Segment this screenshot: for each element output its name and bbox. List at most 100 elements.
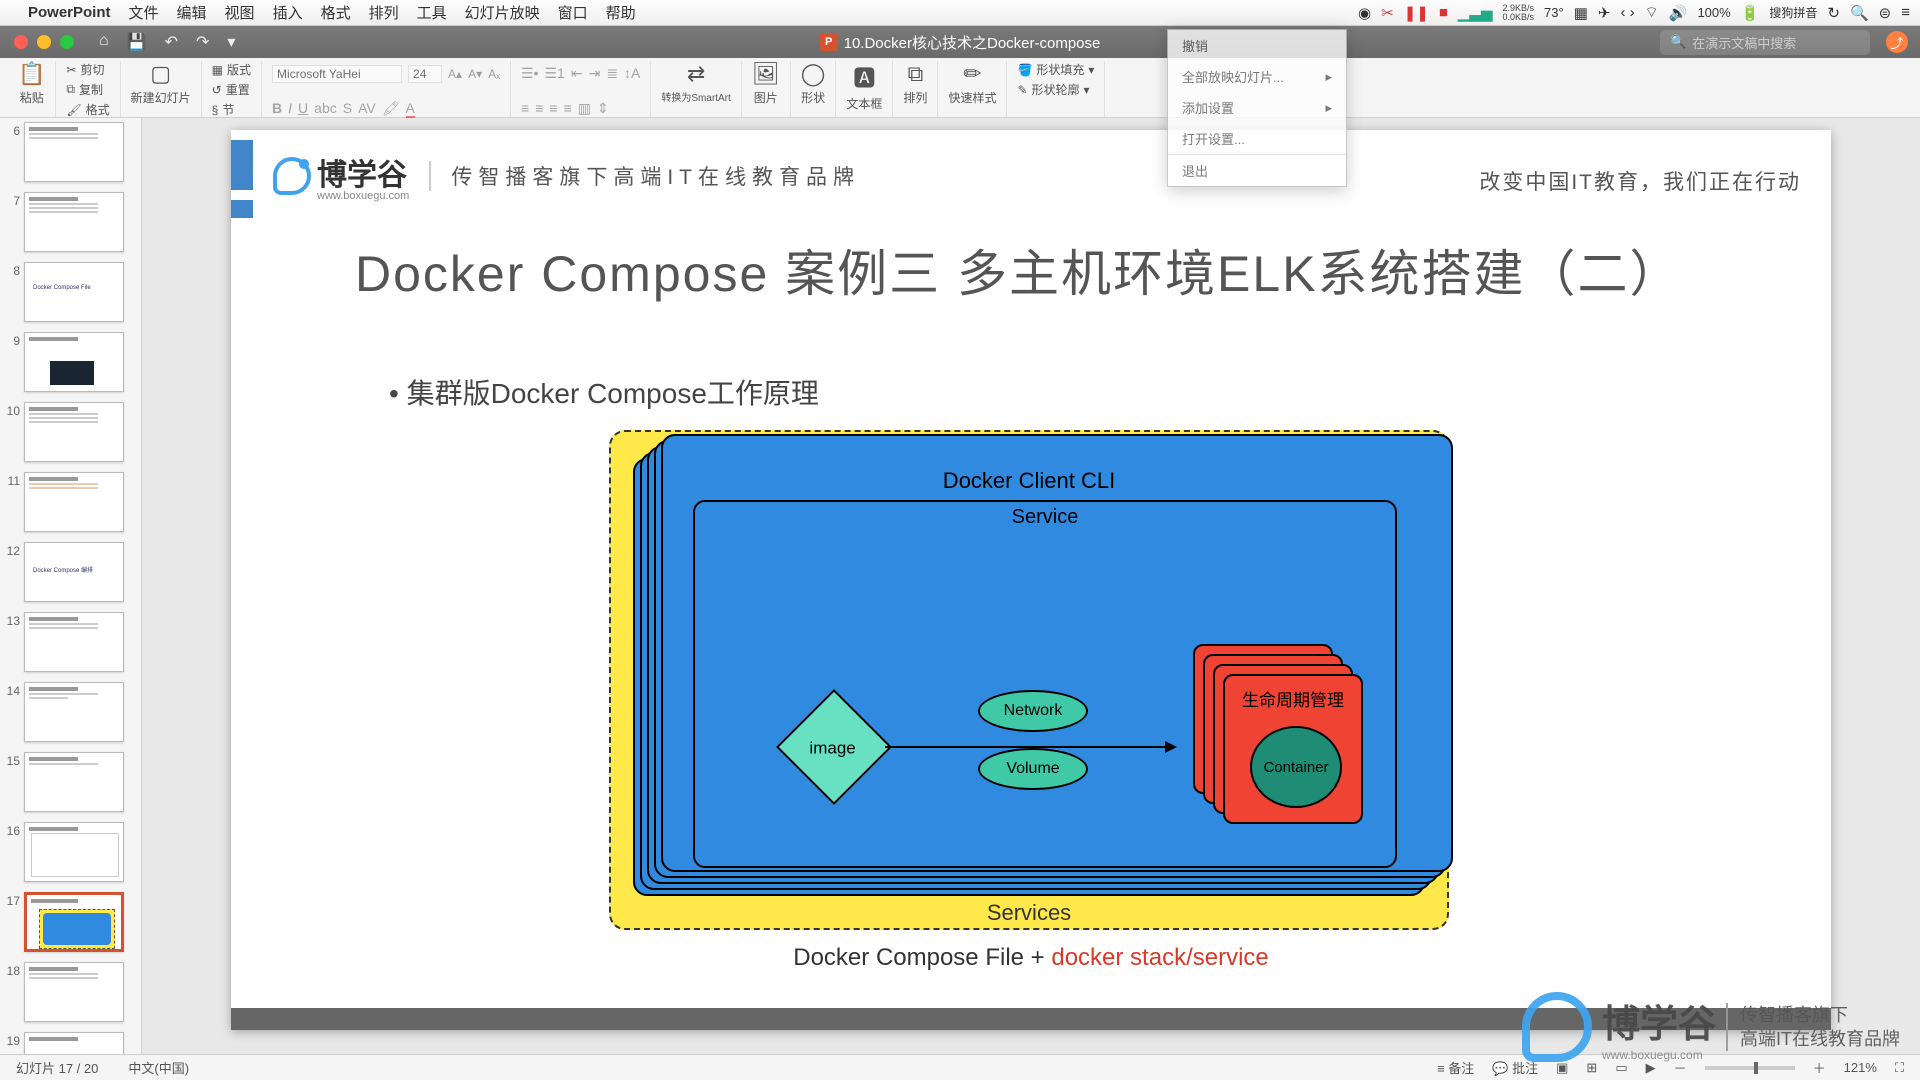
slide-thumb-13[interactable] — [24, 612, 124, 672]
thumbnail-panel[interactable]: 6 7 8Docker Compose File 9 10 11 12Docke… — [0, 118, 142, 1054]
volume-icon[interactable]: 🔊 — [1669, 4, 1688, 22]
code-icon[interactable]: ‹ › — [1620, 4, 1634, 21]
plane-icon[interactable]: ✈ — [1598, 4, 1611, 22]
obs-icon[interactable]: ◉ — [1358, 4, 1371, 22]
slide-thumb-19[interactable] — [24, 1032, 124, 1054]
slide-thumb-8[interactable]: Docker Compose File — [24, 262, 124, 322]
menu-format[interactable]: 格式 — [321, 2, 351, 23]
cut-button[interactable]: ✂ 剪切 — [66, 61, 109, 78]
align-right-icon[interactable]: ≡ — [549, 100, 557, 117]
slide-thumb-18[interactable] — [24, 962, 124, 1022]
slide-canvas[interactable]: 博学谷 www.boxuegu.com 传智播客旗下高端IT在线教育品牌 改变中… — [142, 118, 1920, 1054]
columns-icon[interactable]: ▥ — [578, 100, 591, 117]
slide-thumb-9[interactable] — [24, 332, 124, 392]
menu-insert[interactable]: 插入 — [273, 2, 303, 23]
stop-icon[interactable]: ■ — [1439, 4, 1448, 21]
undo-icon[interactable]: ↶ — [165, 32, 178, 52]
menu-window[interactable]: 窗口 — [558, 2, 588, 23]
notifications-icon[interactable]: ≡ — [1901, 4, 1910, 21]
chart-icon[interactable]: ▁▃▅ — [1458, 4, 1493, 22]
menu-slideshow[interactable]: 幻灯片放映 — [465, 2, 540, 23]
strike-icon[interactable]: abc — [314, 100, 337, 117]
notes-button[interactable]: ≡ 备注 — [1437, 1058, 1474, 1077]
font-name-input[interactable] — [272, 65, 402, 83]
line-space-icon[interactable]: ≣ — [606, 65, 618, 82]
search-input[interactable]: 🔍 在演示文稿中搜索 — [1660, 30, 1870, 55]
zoom-level[interactable]: 121% — [1844, 1060, 1877, 1075]
slide-thumb-11[interactable] — [24, 472, 124, 532]
italic-icon[interactable]: I — [288, 100, 292, 117]
slide-thumb-10[interactable] — [24, 402, 124, 462]
align-v-icon[interactable]: ⇕ — [597, 100, 609, 117]
spacing-icon[interactable]: AV — [358, 100, 376, 117]
sync-icon[interactable]: ↻ — [1827, 4, 1840, 22]
reset-button[interactable]: ↺ 重置 — [212, 81, 251, 98]
menu-tools[interactable]: 工具 — [417, 2, 447, 23]
section-button[interactable]: § 节 — [212, 101, 251, 118]
font-color-icon[interactable]: A — [406, 100, 415, 117]
menu-edit[interactable]: 编辑 — [177, 2, 207, 23]
wifi-icon[interactable]: ⌔ — [1645, 3, 1659, 22]
slide-thumb-7[interactable] — [24, 192, 124, 252]
clear-format-icon[interactable]: Aₓ — [488, 67, 500, 81]
arrange-button[interactable]: ⧉排列 — [903, 61, 927, 106]
underline-icon[interactable]: U — [298, 100, 308, 117]
slide-thumb-15[interactable] — [24, 752, 124, 812]
layout-button[interactable]: ▦ 版式 — [212, 61, 251, 78]
save-icon[interactable]: 💾 — [127, 32, 147, 52]
menu-item-add-settings[interactable]: 添加设置▸ — [1168, 92, 1346, 123]
new-slide-button[interactable]: ▢新建幻灯片 — [131, 61, 191, 106]
indent-inc-icon[interactable]: ⇥ — [589, 65, 601, 82]
more-icon[interactable]: ▾ — [227, 32, 235, 52]
app-name[interactable]: PowerPoint — [28, 4, 111, 21]
maximize-button[interactable] — [60, 35, 74, 49]
control-center-icon[interactable]: ⊜ — [1879, 4, 1892, 22]
search-icon[interactable]: 🔍 — [1850, 4, 1869, 22]
scissors-icon[interactable]: ✂ — [1381, 4, 1394, 22]
increase-font-icon[interactable]: A▴ — [448, 67, 462, 81]
home-icon[interactable]: ⌂ — [99, 32, 109, 52]
menu-item-quit[interactable]: 退出 — [1168, 154, 1346, 186]
menu-view[interactable]: 视图 — [225, 2, 255, 23]
ime[interactable]: 搜狗拼音 — [1769, 4, 1817, 21]
smartart-button[interactable]: ⇄转换为SmartArt — [661, 61, 730, 104]
font-size-input[interactable] — [408, 65, 442, 83]
slide-thumb-17[interactable] — [24, 892, 124, 952]
share-button[interactable]: ⤴ — [1886, 31, 1908, 53]
battery-icon[interactable]: 🔋 — [1741, 4, 1760, 22]
decrease-font-icon[interactable]: A▾ — [468, 67, 482, 81]
bold-icon[interactable]: B — [272, 100, 282, 117]
slide-thumb-14[interactable] — [24, 682, 124, 742]
pause-icon[interactable]: ❚❚ — [1404, 4, 1429, 22]
shapes-button[interactable]: ◯形状 — [801, 61, 826, 106]
slide-thumb-16[interactable] — [24, 822, 124, 882]
shape-outline-button[interactable]: ✎ 形状轮廓 ▾ — [1017, 81, 1094, 98]
bullets-icon[interactable]: ☰• — [521, 65, 538, 82]
menu-item-open-settings[interactable]: 打开设置... — [1168, 123, 1346, 154]
numbering-icon[interactable]: ☰1 — [545, 65, 565, 82]
menu-arrange[interactable]: 排列 — [369, 2, 399, 23]
indent-dec-icon[interactable]: ⇤ — [571, 65, 583, 82]
slide-thumb-12[interactable]: Docker Compose 编排 — [24, 542, 124, 602]
highlight-icon[interactable]: 🖍 — [382, 100, 400, 117]
textbox-button[interactable]: 🅰文本框 — [846, 61, 882, 112]
shape-fill-button[interactable]: 🪣 形状填充 ▾ — [1017, 61, 1094, 78]
menu-help[interactable]: 帮助 — [606, 2, 636, 23]
picture-button[interactable]: 🖼图片 — [752, 61, 780, 106]
quick-style-button[interactable]: ✏快速样式 — [948, 61, 996, 106]
grid-icon[interactable]: ▦ — [1574, 4, 1588, 22]
justify-icon[interactable]: ≡ — [564, 100, 572, 117]
copy-button[interactable]: ⧉ 复制 — [66, 81, 109, 98]
menu-item-play-all[interactable]: 全部放映幻灯片...▸ — [1168, 61, 1346, 92]
menu-file[interactable]: 文件 — [129, 2, 159, 23]
redo-icon[interactable]: ↷ — [196, 32, 209, 52]
close-button[interactable] — [14, 35, 28, 49]
zoom-slider[interactable] — [1705, 1066, 1795, 1070]
menu-item-undo[interactable]: 撤销 — [1168, 30, 1346, 61]
align-left-icon[interactable]: ≡ — [521, 100, 529, 117]
text-dir-icon[interactable]: ↕A — [624, 65, 640, 82]
format-painter[interactable]: 🖌 格式 — [66, 101, 109, 118]
minimize-button[interactable] — [37, 35, 51, 49]
align-center-icon[interactable]: ≡ — [535, 100, 543, 117]
shadow-icon[interactable]: S — [343, 100, 352, 117]
